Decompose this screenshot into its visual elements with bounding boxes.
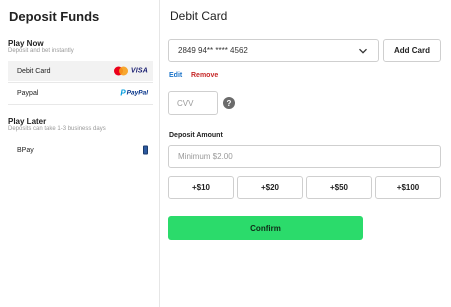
chevron-down-icon <box>358 46 368 58</box>
cvv-input[interactable] <box>168 91 218 115</box>
method-paypal[interactable]: Paypal P PayPal <box>8 83 153 103</box>
method-label: BPay <box>17 146 34 154</box>
sidebar: Deposit Funds Play Now Deposit and bet i… <box>0 0 160 307</box>
visa-icon: VISA <box>130 67 148 75</box>
help-icon[interactable]: ? <box>223 97 235 109</box>
play-later-subtitle: Deposits can take 1-3 business days <box>8 126 106 132</box>
play-later-title: Play Later <box>8 117 47 126</box>
deposit-amount-input[interactable] <box>168 145 441 168</box>
card-logos: VISA <box>113 66 148 76</box>
method-debit-card[interactable]: Debit Card VISA <box>8 61 153 81</box>
quick-amount-button[interactable]: +$20 <box>237 176 303 199</box>
quick-amount-button[interactable]: +$50 <box>306 176 372 199</box>
edit-link[interactable]: Edit <box>169 72 182 79</box>
remove-link[interactable]: Remove <box>191 72 218 79</box>
bpay-icon <box>143 145 148 155</box>
main-panel: Debit Card 2849 94** **** 4562 Add Card … <box>161 0 451 307</box>
card-select[interactable]: 2849 94** **** 4562 <box>168 39 379 62</box>
sidebar-title: Deposit Funds <box>9 9 100 24</box>
paypal-icon: P PayPal <box>120 88 148 98</box>
play-now-subtitle: Deposit and bet instantly <box>8 48 74 54</box>
card-select-value: 2849 94** **** 4562 <box>178 46 248 55</box>
page-title: Debit Card <box>170 9 228 23</box>
method-bpay[interactable]: BPay <box>8 140 153 160</box>
confirm-button[interactable]: Confirm <box>168 216 363 240</box>
quick-amount-button[interactable]: +$10 <box>168 176 234 199</box>
quick-amount-row: +$10 +$20 +$50 +$100 <box>168 176 441 199</box>
quick-amount-button[interactable]: +$100 <box>375 176 441 199</box>
play-now-title: Play Now <box>8 39 44 48</box>
add-card-button[interactable]: Add Card <box>383 39 441 62</box>
deposit-amount-label: Deposit Amount <box>169 132 223 139</box>
mastercard-icon <box>113 66 128 76</box>
method-label: Paypal <box>17 89 39 97</box>
divider <box>8 104 153 105</box>
method-label: Debit Card <box>17 67 51 75</box>
